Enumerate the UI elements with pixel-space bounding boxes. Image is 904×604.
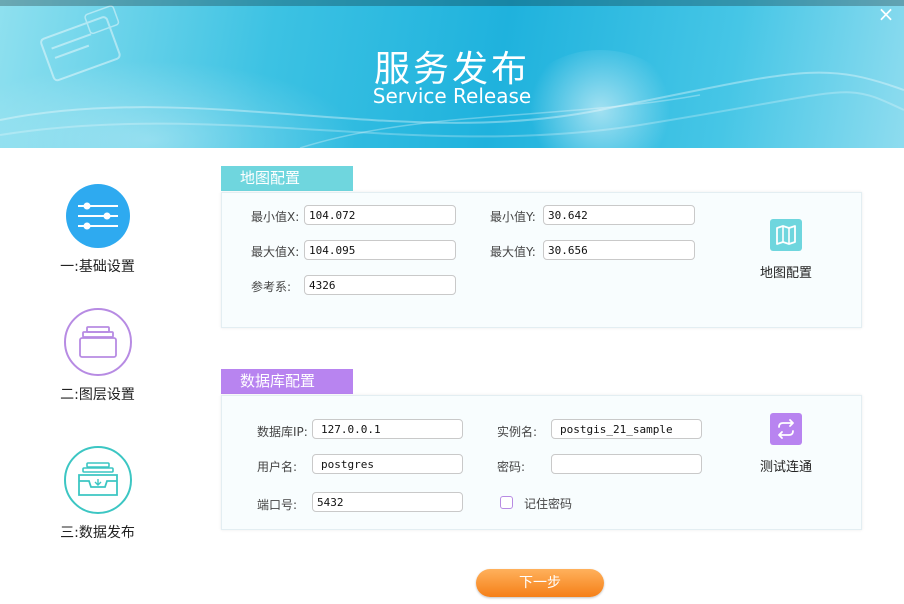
tab-map-config: 地图配置 <box>221 166 353 191</box>
step-layer-settings[interactable]: 二:图层设置 <box>40 308 155 404</box>
port-label: 端口号: <box>257 498 298 512</box>
tab-db-config: 数据库配置 <box>221 369 353 394</box>
instance-input[interactable]: postgis_21_sample <box>551 419 702 439</box>
max-y-input[interactable]: 30.656 <box>543 240 695 260</box>
password-input[interactable] <box>551 454 702 474</box>
instance-label: 实例名: <box>497 425 538 439</box>
sliders-icon <box>77 202 118 230</box>
step-basic-settings[interactable]: 一:基础设置 <box>40 184 155 276</box>
header-banner: 服务发布 Service Release × <box>0 0 904 148</box>
step-1-circle <box>65 184 130 248</box>
srs-label: 参考系: <box>251 280 292 294</box>
step-3-label: 三:数据发布 <box>60 525 135 541</box>
step-1-label: 一:基础设置 <box>60 259 135 275</box>
map-config-button[interactable]: 地图配置 <box>750 219 822 281</box>
min-y-input[interactable]: 30.642 <box>543 205 695 225</box>
min-x-input[interactable]: 104.072 <box>304 205 456 225</box>
remember-password-label[interactable]: 记住密码 <box>524 495 572 512</box>
max-x-label: 最大值X: <box>251 245 300 259</box>
user-input[interactable]: postgres <box>312 454 463 474</box>
close-button[interactable]: × <box>876 4 896 24</box>
srs-input[interactable]: 4326 <box>304 275 456 295</box>
user-label: 用户名: <box>257 460 298 474</box>
test-connection-label: 测试连通 <box>759 460 812 475</box>
step-3-circle <box>63 446 132 514</box>
db-ip-input[interactable]: 127.0.0.1 <box>312 419 463 439</box>
page-subtitle: Service Release <box>372 84 532 108</box>
min-y-label: 最小值Y: <box>490 210 536 224</box>
max-y-label: 最大值Y: <box>490 245 536 259</box>
inbox-icon <box>77 462 118 496</box>
test-connection-button[interactable]: 测试连通 <box>750 413 822 475</box>
top-strip <box>0 0 904 6</box>
port-input[interactable]: 5432 <box>312 492 463 512</box>
remember-password-checkbox[interactable] <box>500 496 513 509</box>
max-x-input[interactable]: 104.095 <box>304 240 456 260</box>
step-2-label: 二:图层设置 <box>60 387 135 403</box>
service-release-dialog: 服务发布 Service Release × 一:基础设置 二:图层设置 三:数… <box>0 0 904 604</box>
step-2-circle <box>63 308 132 376</box>
min-x-label: 最小值X: <box>251 210 300 224</box>
password-label: 密码: <box>497 460 526 474</box>
sync-icon <box>770 413 802 445</box>
layers-icon <box>78 326 117 358</box>
map-config-button-label: 地图配置 <box>759 266 812 281</box>
db-ip-label: 数据库IP: <box>257 425 308 439</box>
map-icon <box>770 219 802 251</box>
next-step-button[interactable]: 下一步 <box>476 569 604 597</box>
step-data-publish[interactable]: 三:数据发布 <box>40 446 155 542</box>
